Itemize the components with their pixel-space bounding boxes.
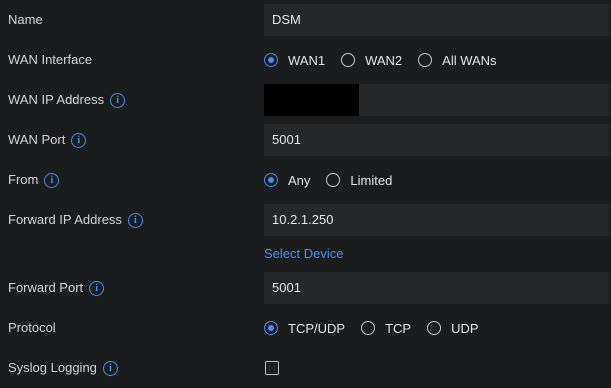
from-option-limited[interactable]: Limited — [326, 173, 392, 188]
wan-interface-option-all-wans[interactable]: All WANs — [418, 52, 497, 68]
wan-ip-address-input[interactable] — [264, 84, 609, 116]
name-label-text: Name — [8, 12, 43, 27]
forward-port-label-text: Forward Port — [8, 280, 84, 295]
info-icon[interactable]: i — [102, 360, 118, 376]
forward-ip-address-label: Forward IP Address i — [8, 200, 143, 240]
protocol-option-udp[interactable]: UDP — [427, 320, 479, 336]
wan-interface-option-label: WAN2 — [365, 52, 403, 68]
radio-button-checked[interactable] — [264, 173, 278, 187]
forward-ip-address-input[interactable]: 10.2.1.250 — [264, 204, 609, 236]
info-icon[interactable]: i — [110, 92, 126, 108]
radio-button[interactable] — [418, 53, 433, 67]
protocol-radio-group: TCP/UDP TCP UDP — [264, 308, 495, 348]
select-device-link[interactable]: Select Device — [264, 246, 343, 262]
radio-button[interactable] — [326, 173, 341, 187]
wan-interface-option-wan2[interactable]: WAN2 — [341, 53, 402, 68]
row-wan-interface: WAN Interface WAN1 WAN2 All WANs — [0, 40, 611, 80]
protocol-option-label: TCP — [385, 320, 412, 336]
forward-ip-address-label-text: Forward IP Address — [8, 212, 122, 227]
forward-port-input[interactable]: 5001 — [264, 272, 609, 304]
radio-button[interactable] — [427, 321, 442, 335]
wan-ip-address-label-text: WAN IP Address — [8, 92, 105, 107]
protocol-label: Protocol — [8, 308, 56, 348]
syslog-logging-checkbox[interactable] — [265, 361, 279, 375]
info-icon[interactable]: i — [89, 280, 105, 296]
wan-port-input[interactable]: 5001 — [264, 124, 609, 156]
syslog-logging-label-text: Syslog Logging — [8, 360, 97, 375]
name-label: Name — [8, 0, 43, 40]
row-wan-port: WAN Port i 5001 — [0, 120, 611, 160]
row-forward-ip-address: Forward IP Address i 10.2.1.250 — [0, 200, 611, 240]
from-label: From i — [8, 160, 60, 200]
row-from: From i Any Limited — [0, 160, 611, 200]
wan-interface-option-label: All WANs — [442, 52, 497, 68]
protocol-option-tcp-udp[interactable]: TCP/UDP — [264, 321, 345, 336]
info-icon[interactable]: i — [44, 172, 60, 188]
wan-port-label: WAN Port i — [8, 120, 87, 160]
from-radio-group: Any Limited — [264, 160, 408, 200]
row-name: Name DSM — [0, 0, 611, 40]
protocol-label-text: Protocol — [8, 320, 56, 335]
wan-interface-radio-group: WAN1 WAN2 All WANs — [264, 40, 513, 80]
info-icon[interactable]: i — [127, 212, 143, 228]
radio-button-checked[interactable] — [264, 321, 278, 335]
wan-ip-address-label: WAN IP Address i — [8, 80, 126, 120]
radio-button[interactable] — [341, 53, 356, 67]
info-icon[interactable]: i — [71, 132, 87, 148]
protocol-option-label: UDP — [451, 320, 479, 336]
radio-button-checked[interactable] — [264, 53, 278, 67]
forward-port-label: Forward Port i — [8, 268, 105, 308]
from-label-text: From — [8, 172, 39, 187]
wan-interface-label-text: WAN Interface — [8, 52, 93, 67]
protocol-option-label: TCP/UDP — [288, 320, 346, 336]
from-option-label: Any — [288, 172, 311, 188]
syslog-logging-label: Syslog Logging i — [8, 348, 118, 388]
row-forward-port: Forward Port i 5001 — [0, 268, 611, 308]
wan-port-label-text: WAN Port — [8, 132, 66, 147]
from-option-label: Limited — [350, 172, 393, 188]
protocol-option-tcp[interactable]: TCP — [361, 321, 411, 336]
wan-interface-option-label: WAN1 — [288, 52, 326, 68]
wan-interface-option-wan1[interactable]: WAN1 — [264, 53, 325, 68]
row-syslog-logging: Syslog Logging i — [0, 348, 611, 388]
row-wan-ip-address: WAN IP Address i — [0, 80, 611, 120]
redacted-value — [264, 84, 359, 116]
wan-interface-label: WAN Interface — [8, 40, 92, 80]
radio-button[interactable] — [361, 321, 376, 335]
row-protocol: Protocol TCP/UDP TCP UDP — [0, 308, 611, 348]
from-option-any[interactable]: Any — [264, 173, 310, 188]
name-input[interactable]: DSM — [264, 4, 609, 36]
